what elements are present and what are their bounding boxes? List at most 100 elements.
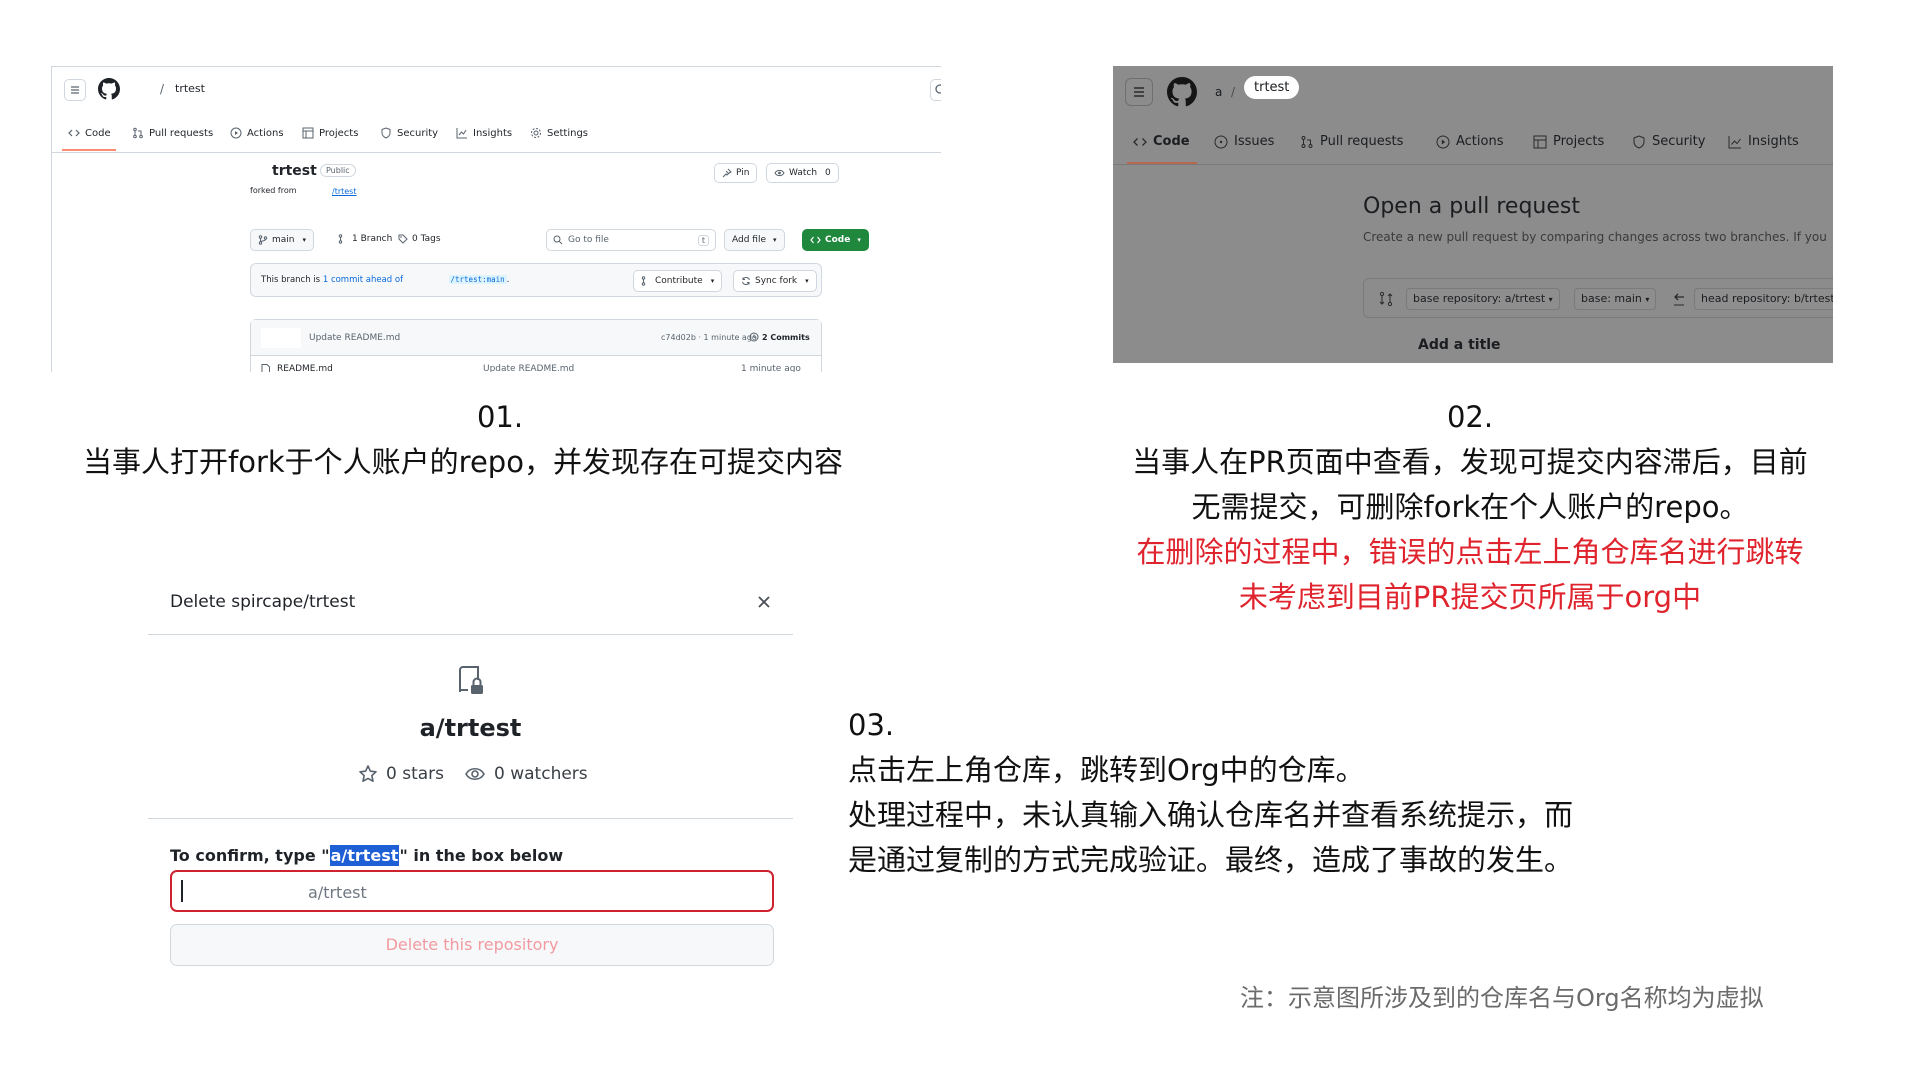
head-repository-select[interactable]: head repository: b/trtest [1694, 288, 1833, 310]
pin-label: Pin [736, 168, 750, 178]
history-icon [749, 332, 759, 342]
branches-link[interactable]: 1 Branch [338, 234, 392, 244]
compare-icon [1379, 291, 1393, 307]
confirm-input[interactable]: a/trtest [170, 870, 774, 912]
commits-link[interactable]: 2 Commits [749, 332, 810, 342]
insights-icon [456, 128, 467, 139]
step3-line2: 处理过程中，未认真输入确认仓库名并查看系统提示，而 [848, 798, 1574, 832]
go-to-file-input[interactable]: Go to file t [546, 229, 716, 251]
latest-commit-message[interactable]: Update README.md [309, 333, 400, 343]
tab-label: Projects [319, 127, 359, 139]
code-button[interactable]: Code ▾ [802, 229, 869, 251]
step1-number: 01. [476, 400, 524, 434]
breadcrumb-repo[interactable]: trtest [175, 82, 205, 95]
tab-pull-requests[interactable]: Pull requests [1300, 134, 1403, 149]
sync-fork-button[interactable]: Sync fork ▾ [733, 270, 817, 292]
search-button[interactable] [930, 79, 941, 101]
tab-insights[interactable]: Insights [1728, 134, 1799, 149]
tag-icon [398, 234, 408, 244]
tab-label: Security [1652, 134, 1706, 149]
eye-icon [774, 169, 785, 177]
tab-actions[interactable]: Actions [1436, 134, 1504, 149]
file-commit-message[interactable]: Update README.md [483, 364, 574, 372]
tags-link[interactable]: 0 Tags [398, 234, 441, 244]
panel-repo-page: / trtest Code Pull requests Actions Proj… [51, 66, 941, 372]
tab-issues[interactable]: Issues [1214, 134, 1274, 149]
github-logo[interactable] [98, 78, 120, 100]
github-logo-icon [98, 78, 120, 100]
tags-count: 0 Tags [412, 234, 441, 244]
code-icon [810, 236, 821, 244]
tab-code[interactable]: Code [1133, 134, 1190, 149]
repo-lock [454, 664, 488, 698]
confirm-highlight: a/trtest [329, 845, 400, 866]
ahead-ref[interactable]: /trtest:main [448, 275, 507, 284]
forked-from-label: forked from [250, 186, 297, 195]
file-time: 1 minute ago [741, 364, 801, 372]
tab-label: Insights [1748, 134, 1799, 149]
actions-icon [1436, 135, 1450, 148]
tab-label: Code [85, 127, 111, 139]
active-tab-underline [62, 149, 116, 151]
table-row[interactable]: README.md Update README.md 1 minute ago [251, 356, 821, 372]
forked-from-link[interactable]: /trtest [332, 187, 356, 196]
stats-divider [148, 818, 793, 819]
tab-projects[interactable]: Projects [1533, 134, 1604, 149]
tab-label: Code [1153, 134, 1190, 149]
close-button[interactable] [752, 590, 776, 614]
delete-repository-button[interactable]: Delete this repository [170, 924, 774, 966]
tab-pull-requests[interactable]: Pull requests [132, 127, 213, 139]
latest-commit-meta[interactable]: c74d02b · 1 minute ago [661, 333, 757, 342]
tab-security[interactable]: Security [380, 127, 438, 139]
add-file-button[interactable]: Add file ▾ [724, 229, 785, 251]
chevron-down-icon: ▾ [302, 236, 307, 244]
insights-icon [1728, 135, 1741, 148]
page-subtitle: Create a new pull request by comparing c… [1363, 230, 1827, 244]
step2-number: 02. [1446, 400, 1494, 434]
step1-text: 当事人打开fork于个人账户的repo，并发现存在可提交内容 [83, 445, 843, 479]
footnote: 注：示意图所涉及到的仓库名与Org名称均为虚拟 [1240, 984, 1764, 1012]
ahead-link[interactable]: 1 commit ahead of [323, 275, 403, 285]
text-cursor [181, 880, 183, 902]
shortcut-key: t [697, 234, 709, 246]
contribute-button[interactable]: Contribute ▾ [633, 270, 723, 292]
chevron-down-icon: ▾ [773, 236, 777, 244]
sync-fork-label: Sync fork [755, 276, 798, 286]
file-icon [261, 364, 270, 372]
tabs-divider [1113, 164, 1833, 165]
menu-button[interactable] [64, 79, 86, 101]
breadcrumb-repo-pill[interactable]: trtest [1244, 76, 1300, 99]
tab-security[interactable]: Security [1632, 134, 1705, 149]
github-logo[interactable] [1167, 77, 1197, 107]
panel-pull-request-page: a / trtest Code Issues Pull requests Act… [1113, 66, 1833, 363]
top-header: / trtest [52, 67, 941, 111]
file-name[interactable]: README.md [277, 364, 333, 372]
breadcrumb-owner[interactable]: a [1215, 85, 1222, 99]
repo-lock-icon [459, 666, 483, 694]
tab-actions[interactable]: Actions [230, 127, 284, 139]
contribute-label: Contribute [655, 276, 703, 286]
tab-projects[interactable]: Projects [302, 127, 358, 139]
menu-button[interactable] [1125, 78, 1153, 106]
tab-label: Settings [547, 127, 589, 139]
base-branch-select[interactable]: base: main ▾ [1574, 288, 1657, 310]
base-repository-select[interactable]: base repository: a/trtest ▾ [1406, 288, 1560, 310]
tab-settings[interactable]: Settings [530, 127, 588, 139]
tab-insights[interactable]: Insights [456, 127, 512, 139]
tab-code[interactable]: Code [68, 127, 111, 139]
branch-selector[interactable]: main ▾ [250, 229, 315, 251]
chevron-down-icon: ▾ [1645, 295, 1650, 304]
settings-icon [531, 128, 541, 138]
watch-button[interactable]: Watch 0 [766, 163, 839, 183]
compare-bar: base repository: a/trtest ▾ base: main ▾… [1363, 278, 1833, 318]
menu-icon [71, 86, 79, 94]
head-repository-label: head repository: b/trtest [1701, 292, 1833, 305]
pin-button[interactable]: Pin [714, 163, 758, 183]
step2-red-line1: 在删除的过程中，错误的点击左上角仓库名进行跳转 [1136, 535, 1804, 569]
breadcrumb-slash: / [160, 82, 165, 96]
code-button-label: Code [825, 235, 851, 245]
projects-icon [302, 127, 314, 139]
search-icon [553, 235, 563, 245]
repo-title[interactable]: trtest [272, 163, 317, 179]
tab-label: Pull requests [1320, 134, 1404, 149]
